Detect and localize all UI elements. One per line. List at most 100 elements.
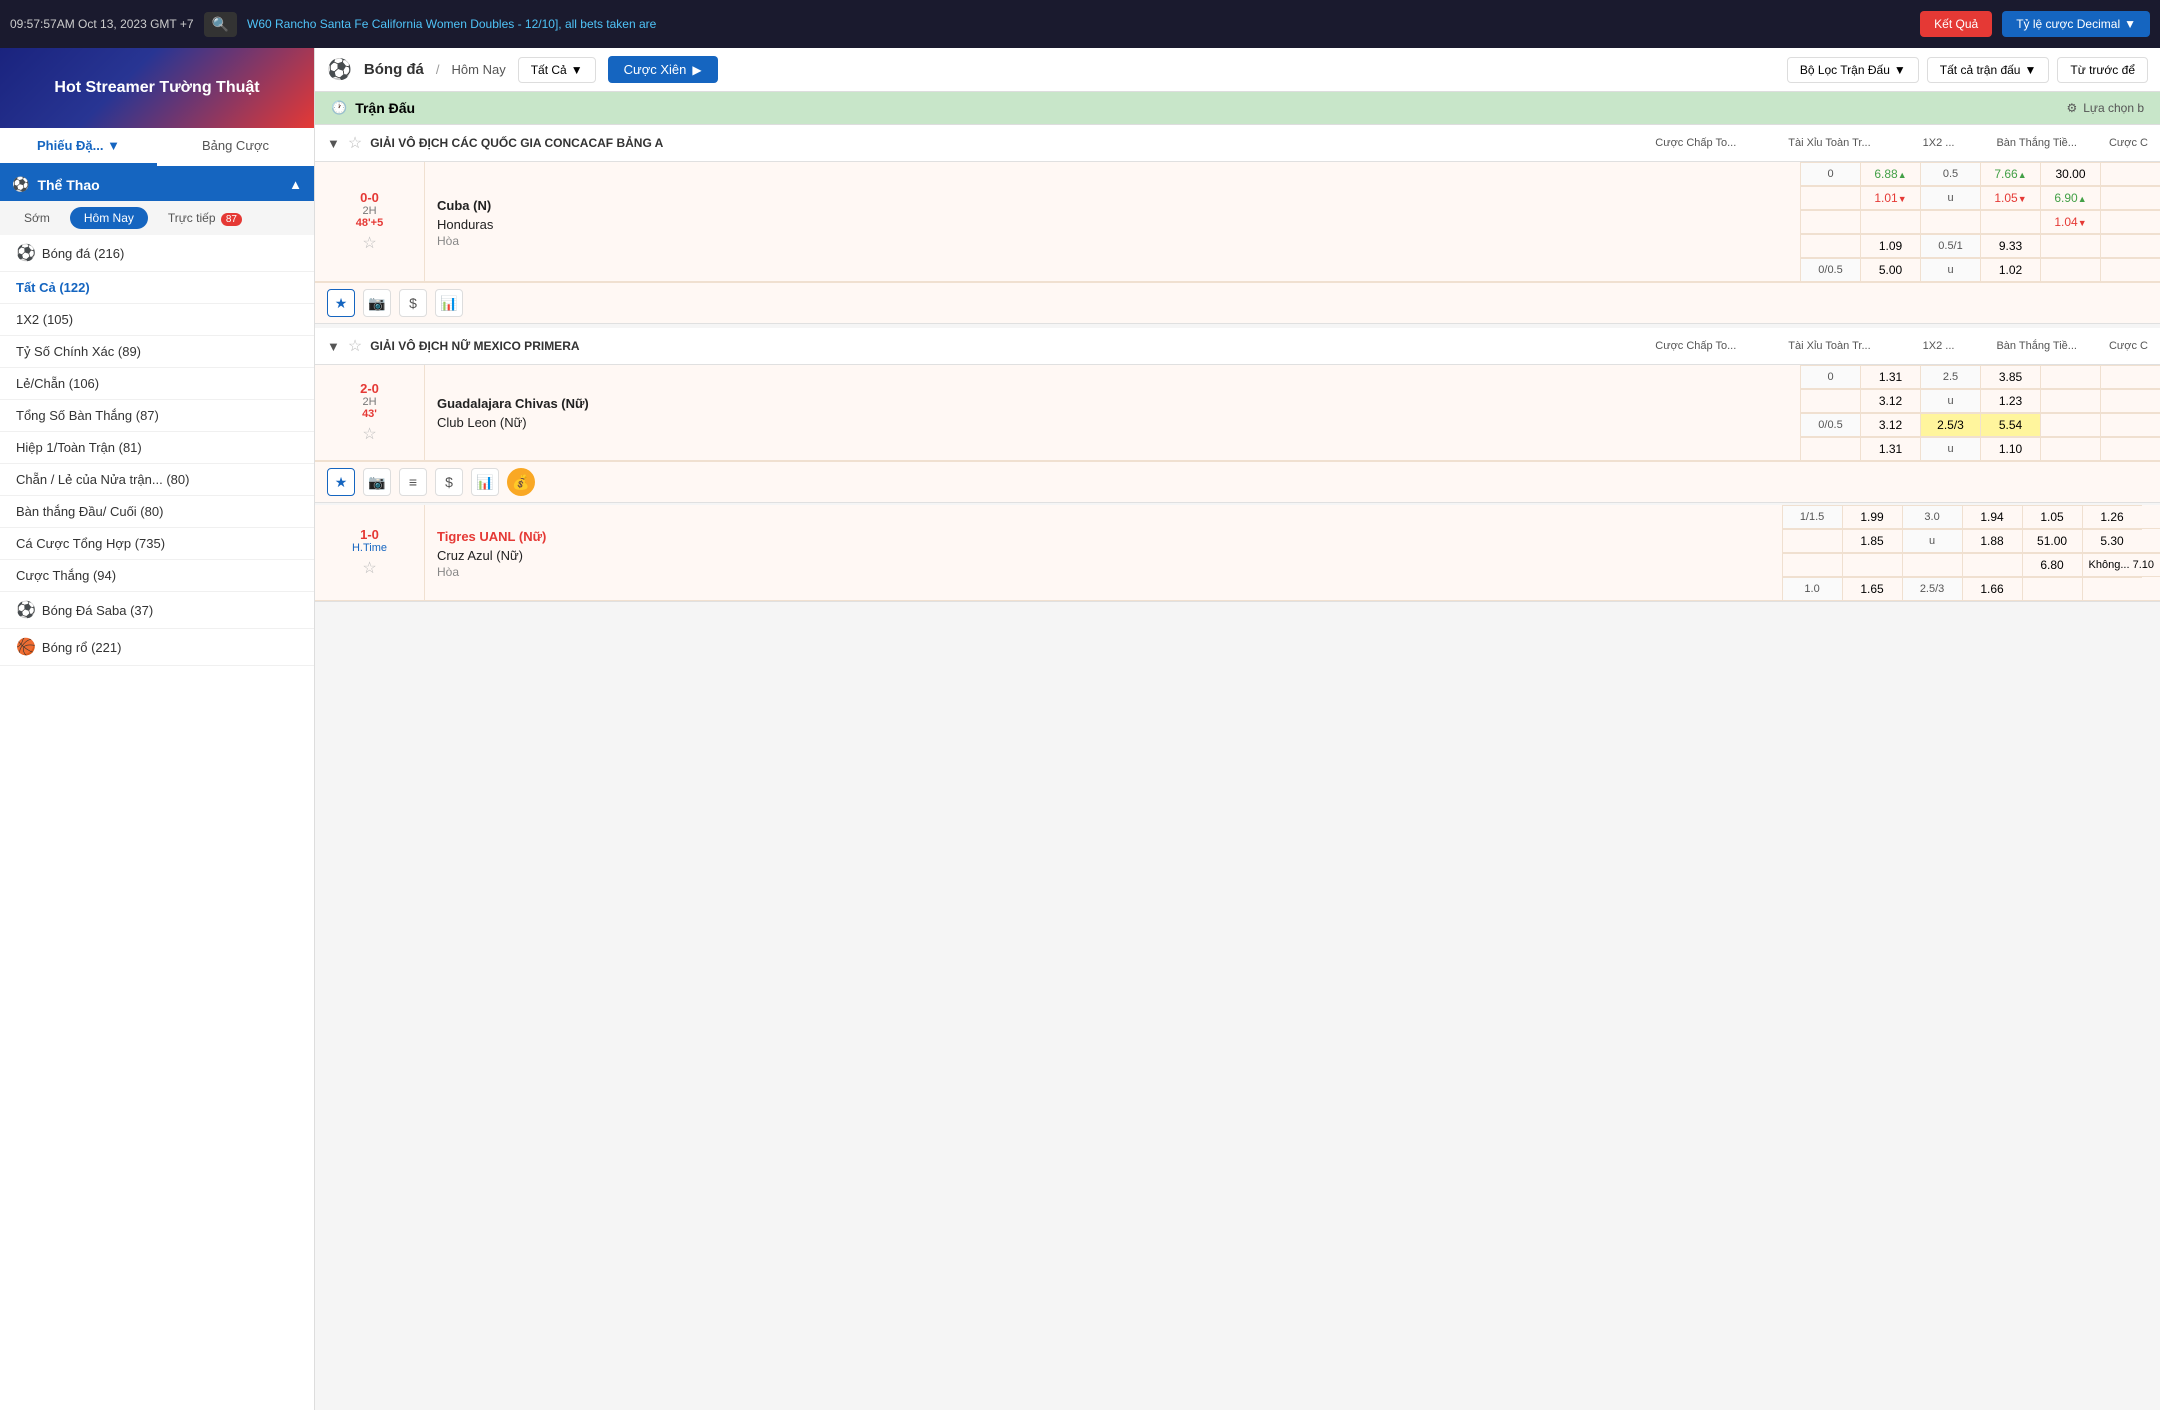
match-star-2[interactable]: ☆	[362, 424, 376, 444]
odds-cell: 0.5	[1920, 162, 1980, 185]
odds-cell[interactable]: 1.10	[1980, 437, 2040, 460]
sidebar-item-bong-ro[interactable]: 🏀 Bóng rổ (221)	[0, 629, 314, 666]
sidebar-item-ty-so[interactable]: Tỷ Số Chính Xác (89)	[0, 336, 314, 368]
odds-cell	[1800, 437, 1860, 460]
match-halftime: H.Time	[352, 542, 387, 554]
odds-cell[interactable]: 1.31	[1860, 365, 1920, 388]
odds-cell: 0.5/1	[1920, 234, 1980, 257]
odds-cell: 1/1.5	[1782, 505, 1842, 528]
odds-cell	[2040, 437, 2100, 460]
sidebar-item-1x2[interactable]: 1X2 (105)	[0, 304, 314, 336]
odds-cell[interactable]: 6.88	[1860, 162, 1920, 185]
odds-cell[interactable]: 5.00	[1860, 258, 1920, 281]
tab-hom-nay[interactable]: Hôm Nay	[70, 207, 148, 229]
odds-cell[interactable]: 9.33	[1980, 234, 2040, 257]
tab-truc-tiep[interactable]: Trực tiếp 87	[154, 207, 256, 229]
odds-cell[interactable]: 5.54	[1980, 413, 2040, 436]
odds-cell[interactable]: 1.99	[1842, 505, 1902, 528]
sidebar-item-le-chan[interactable]: Lẻ/Chẵn (106)	[0, 368, 314, 400]
list-icon-2[interactable]: ≡	[399, 468, 427, 496]
ty-le-dropdown[interactable]: Tỷ lệ cược Decimal ▼	[2002, 11, 2150, 37]
tran-dau-header: 🕐 Trận Đấu ⚙ Lựa chọn b	[315, 92, 2160, 125]
section2-star[interactable]: ☆	[348, 336, 362, 356]
sidebar-item-cuoc-thang[interactable]: Cược Thắng (94)	[0, 560, 314, 592]
sports-section-header[interactable]: ⚽ Thể Thao ▲	[0, 168, 314, 201]
odds-cell[interactable]: 1.65	[1842, 577, 1902, 600]
odds-cell[interactable]: 1.31	[1860, 437, 1920, 460]
tab-phieu-dat[interactable]: Phiếu Đặ... ▼	[0, 128, 157, 166]
camera-icon[interactable]: 📷	[363, 289, 391, 317]
match-star-3[interactable]: ☆	[362, 558, 376, 578]
bo-loc-dropdown[interactable]: Bộ Lọc Trận Đấu ▼	[1787, 57, 1919, 83]
tu-truoc-dropdown[interactable]: Từ trước để	[2057, 57, 2148, 83]
odds-cell[interactable]: 3.12	[1860, 389, 1920, 412]
main-content: ⚽ Bóng đá / Hôm Nay Tất Cả ▼ Cược Xiên ▶…	[315, 48, 2160, 1410]
odds-cell[interactable]: 1.23	[1980, 389, 2040, 412]
odds-cell[interactable]: 51.00	[2022, 529, 2082, 552]
camera-icon-2[interactable]: 📷	[363, 468, 391, 496]
cuoc-xien-button[interactable]: Cược Xiên ▶	[608, 56, 718, 83]
filter-icon: ⚙	[2066, 101, 2077, 115]
dollar-icon[interactable]: $	[399, 289, 427, 317]
collapse-section2-button[interactable]: ▼	[327, 339, 340, 354]
odds-cell[interactable]: 1.04	[2040, 210, 2100, 233]
search-button[interactable]: 🔍	[204, 12, 237, 37]
sidebar-item-hiep1[interactable]: Hiệp 1/Toàn Trận (81)	[0, 432, 314, 464]
sidebar-item-ban-thang-dau[interactable]: Bàn thắng Đầu/ Cuối (80)	[0, 496, 314, 528]
chart-icon[interactable]: 📊	[435, 289, 463, 317]
odds-cell[interactable]: 1.94	[1962, 505, 2022, 528]
odds-cell[interactable]: 1.85	[1842, 529, 1902, 552]
tat-ca-dropdown[interactable]: Tất Cả ▼	[518, 57, 596, 83]
odds-cell[interactable]: 30.00	[2040, 162, 2100, 185]
odds-cell[interactable]: 7.66	[1980, 162, 2040, 185]
sidebar-item-chan-le-nua[interactable]: Chẵn / Lẻ của Nửa trận... (80)	[0, 464, 314, 496]
col-cuoc-chap: Cược Chấp To...	[1655, 137, 1736, 149]
odds-cell[interactable]: 5.30	[2082, 529, 2142, 552]
odds-cell: u	[1920, 186, 1980, 209]
dollar-icon-2[interactable]: $	[435, 468, 463, 496]
soccer-icon: ⚽	[16, 243, 36, 263]
odds-cell[interactable]: Không... 7.10	[2082, 553, 2160, 576]
lua-chon-filter[interactable]: ⚙ Lựa chọn b	[2066, 101, 2144, 115]
collapse-section1-button[interactable]: ▼	[327, 136, 340, 151]
tab-som[interactable]: Sớm	[10, 207, 64, 229]
odds-cell	[2100, 258, 2160, 281]
odds-cell	[1860, 210, 1920, 233]
match-star[interactable]: ☆	[362, 233, 376, 253]
chevron-down-icon: ▼	[571, 63, 583, 77]
odds-cell[interactable]: 6.90	[2040, 186, 2100, 209]
odds-cell[interactable]: 6.80	[2022, 553, 2082, 576]
odds-cell[interactable]: 3.12	[1860, 413, 1920, 436]
sidebar-item-tat-ca[interactable]: Tất Cả (122)	[0, 272, 314, 304]
match-score-col: 0-0 2H 48'+5 ☆	[315, 162, 425, 281]
tat-ca-tran-dropdown[interactable]: Tất cả trận đấu ▼	[1927, 57, 2050, 83]
odds-cell[interactable]: 3.85	[1980, 365, 2040, 388]
odds-cell[interactable]: 1.09	[1860, 234, 1920, 257]
ket-qua-button[interactable]: Kết Quả	[1920, 11, 1992, 37]
filter-group: Bộ Lọc Trận Đấu ▼ Tất cả trận đấu ▼ Từ t…	[1787, 57, 2148, 83]
sidebar-item-bong-da[interactable]: ⚽ Bóng đá (216)	[0, 235, 314, 272]
odds-cell[interactable]: 1.01	[1860, 186, 1920, 209]
chart-icon-2[interactable]: 📊	[471, 468, 499, 496]
sidebar-item-tong-so[interactable]: Tổng Số Bàn Thắng (87)	[0, 400, 314, 432]
odds-cell[interactable]: 1.66	[1962, 577, 2022, 600]
team2-cruz: Cruz Azul (Nữ)	[437, 546, 1770, 565]
section1-star[interactable]: ☆	[348, 133, 362, 153]
favorite-icon[interactable]: ★	[327, 289, 355, 317]
favorite-icon-2[interactable]: ★	[327, 468, 355, 496]
sidebar-item-saba[interactable]: ⚽ Bóng Đá Saba (37)	[0, 592, 314, 629]
section1-title: GIẢI VÔ ĐỊCH CÁC QUỐC GIA CONCACAF BẢNG …	[370, 136, 1647, 150]
chevron-down-icon: ▼	[1894, 63, 1906, 77]
odds-cell[interactable]: 1.02	[1980, 258, 2040, 281]
col2-tai-xiu: Tài Xỉu Toàn Tr...	[1788, 340, 1870, 352]
tab-bang-cuoc[interactable]: Bảng Cược	[157, 128, 314, 166]
odds-cell	[1800, 389, 1860, 412]
odds-cell[interactable]: 1.26	[2082, 505, 2142, 528]
odds-cell[interactable]: 1.05	[1980, 186, 2040, 209]
odds-cell[interactable]: 2.5/3	[1920, 413, 1980, 436]
coin-icon[interactable]: 💰	[507, 468, 535, 496]
sidebar-item-ca-cuoc[interactable]: Cá Cược Tổng Hợp (735)	[0, 528, 314, 560]
col-cuoc-c: Cược C	[2109, 137, 2148, 149]
odds-cell[interactable]: 1.88	[1962, 529, 2022, 552]
odds-cell[interactable]: 1.05	[2022, 505, 2082, 528]
